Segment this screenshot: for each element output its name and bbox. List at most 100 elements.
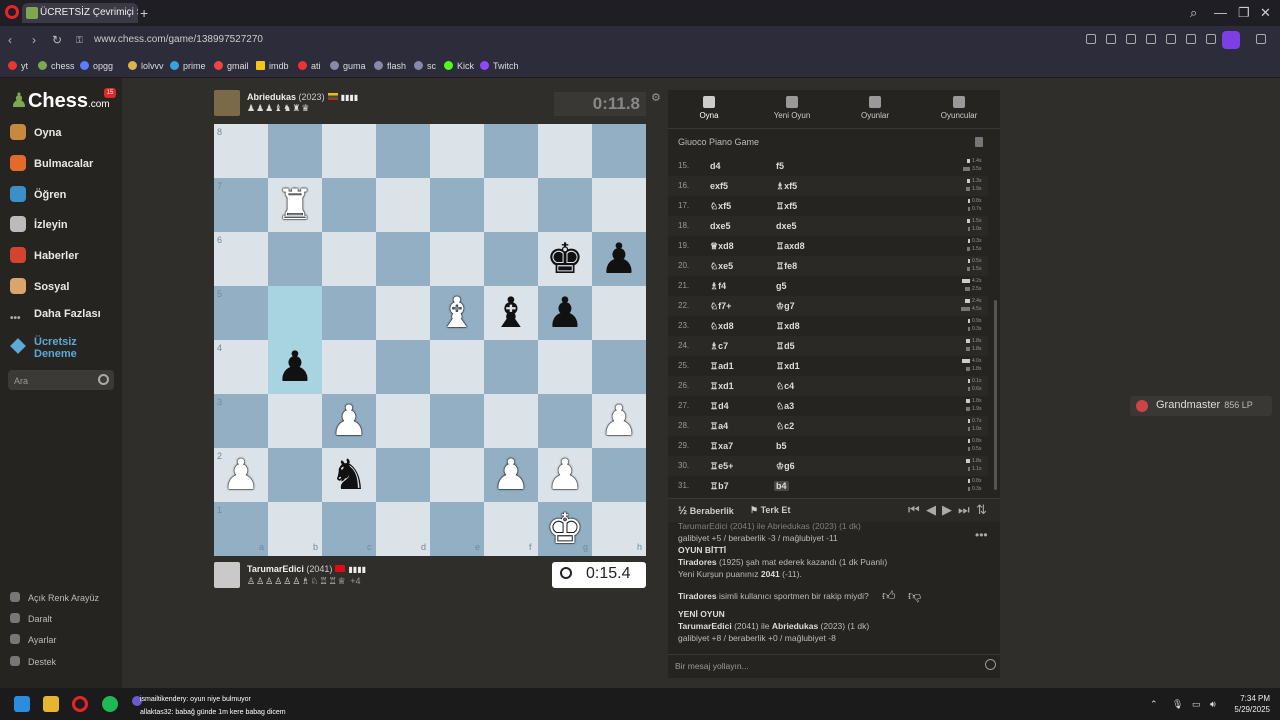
white-move[interactable]: ♖e5+ [710, 461, 733, 472]
square-b8[interactable] [268, 124, 322, 178]
menu-icon[interactable] [1206, 34, 1216, 44]
windows-start-icon[interactable] [14, 696, 30, 712]
square-f4[interactable] [484, 340, 538, 394]
top-player-info[interactable]: Abriedukas (2023) ▮▮▮▮ [247, 92, 358, 102]
black-move[interactable]: dxe5 [776, 221, 797, 231]
opera-logo-icon[interactable] [5, 5, 19, 19]
camera-icon[interactable] [1106, 34, 1116, 44]
square-f7[interactable] [484, 178, 538, 232]
white-move[interactable]: ♘xf5 [710, 201, 731, 212]
piece-f5[interactable]: ♝ [484, 286, 538, 340]
light-theme-toggle[interactable]: Açık Renk Arayüz [10, 592, 99, 603]
thumbs-up-icon[interactable]: 👍︎ [882, 588, 896, 604]
bookmark-chess[interactable]: chess [38, 61, 75, 71]
support-link[interactable]: Destek [10, 656, 56, 667]
black-move[interactable]: b5 [776, 441, 787, 451]
white-move[interactable]: ♕xd8 [710, 241, 734, 252]
maximize-icon[interactable]: ❐ [1238, 5, 1250, 21]
piece-f2[interactable]: ♟ [484, 448, 538, 502]
board-settings-icon[interactable]: ⚙ [651, 91, 661, 104]
black-move[interactable]: ♖axd8 [776, 241, 805, 252]
black-move[interactable]: ♔g7 [776, 301, 795, 312]
close-icon[interactable]: ✕ [1260, 5, 1271, 21]
piece-e5[interactable]: ♝ [430, 286, 484, 340]
piece-g5[interactable]: ♟ [538, 286, 592, 340]
square-c4[interactable] [322, 340, 376, 394]
piece-g6[interactable]: ♚ [538, 232, 592, 286]
square-c6[interactable] [322, 232, 376, 286]
last-move-icon[interactable]: ⏭ [958, 502, 970, 518]
chat-options-icon[interactable]: ••• [975, 528, 988, 542]
thumbs-down-icon[interactable]: 👎︎ [908, 588, 921, 604]
book-icon[interactable] [975, 137, 983, 147]
black-move[interactable]: ♖d5 [776, 341, 795, 352]
square-e6[interactable] [430, 232, 484, 286]
prev-move-icon[interactable]: ◀ [926, 502, 936, 518]
sidebar-item-bulmacalar[interactable]: Bulmacalar [10, 155, 93, 171]
square-f6[interactable] [484, 232, 538, 286]
bookmark-guma[interactable]: guma [330, 61, 366, 71]
emoji-icon[interactable] [985, 659, 996, 670]
black-move[interactable]: ♖xd1 [776, 361, 800, 372]
sidebar-item-oyna[interactable]: Oyna [10, 124, 62, 140]
bookmark-imdb[interactable]: imdb [256, 61, 289, 71]
back-icon[interactable]: ‹ [8, 33, 12, 47]
black-move[interactable]: ♘a3 [776, 401, 794, 412]
white-move[interactable]: ♗f4 [710, 281, 726, 292]
system-clock[interactable]: 7:34 PM 5/29/2025 [1226, 693, 1270, 715]
square-d7[interactable] [376, 178, 430, 232]
bookmark-prime[interactable]: prime [170, 61, 206, 71]
square-h4[interactable] [592, 340, 646, 394]
site-info-icon[interactable]: ⚿ [76, 35, 83, 46]
download-icon[interactable] [1186, 34, 1196, 44]
piece-g1[interactable]: ♚ [538, 502, 592, 556]
opera-taskbar-icon[interactable] [72, 696, 88, 712]
piece-a2[interactable]: ♟ [214, 448, 268, 502]
white-move[interactable]: ♖b7 [710, 481, 729, 492]
piece-b7[interactable]: ♜ [268, 178, 322, 232]
black-move[interactable]: ♖xd8 [776, 321, 800, 332]
mic-icon[interactable]: 🎙︎ [1172, 699, 1183, 710]
square-e2[interactable] [430, 448, 484, 502]
spotify-icon[interactable] [102, 696, 118, 712]
square-d4[interactable] [376, 340, 430, 394]
next-move-icon[interactable]: ▶ [942, 502, 952, 518]
chess-logo[interactable]: ♟Chess.com [10, 88, 110, 113]
square-a5[interactable] [214, 286, 268, 340]
square-d3[interactable] [376, 394, 430, 448]
new-tab-plus-icon[interactable]: + [140, 5, 148, 21]
browser-tab[interactable]: ÜCRETSİZ Çevrimiçi S... [22, 3, 138, 23]
black-move[interactable]: b4 [774, 481, 789, 491]
resign-button[interactable]: ⚑ Terk Et [750, 505, 790, 516]
white-move[interactable]: d4 [710, 161, 721, 171]
white-move[interactable]: ♘xe5 [710, 261, 733, 272]
bookmark-lolvvv[interactable]: lolvvv [128, 61, 164, 71]
black-move[interactable]: ♔g6 [776, 461, 795, 472]
minimize-icon[interactable]: — [1214, 5, 1227, 20]
white-move[interactable]: ♗c7 [710, 341, 728, 352]
piece-h3[interactable]: ♟ [592, 394, 646, 448]
collapse-button[interactable]: Daralt [10, 613, 52, 624]
bookmark-yt[interactable]: yt [8, 61, 28, 71]
volume-icon[interactable]: 🔊︎ [1210, 699, 1216, 710]
white-move[interactable]: ♖xa7 [710, 441, 733, 452]
white-move[interactable]: ♘f7+ [710, 301, 731, 312]
bookmark-kick[interactable]: Kick [444, 61, 474, 71]
white-move[interactable]: ♖a4 [710, 421, 728, 432]
profile-icon[interactable] [1222, 31, 1240, 49]
bookmark-opgg[interactable]: opgg [80, 61, 113, 71]
square-a7[interactable] [214, 178, 268, 232]
white-move[interactable]: ♖xd1 [710, 381, 734, 392]
square-e3[interactable] [430, 394, 484, 448]
top-player-avatar[interactable] [214, 90, 240, 116]
sidebar-item-ogren[interactable]: Öğren [10, 186, 66, 202]
square-g4[interactable] [538, 340, 592, 394]
move-list-scrollbar[interactable] [994, 300, 997, 490]
white-move[interactable]: ♖ad1 [710, 361, 734, 372]
bookmark-twitch[interactable]: Twitch [480, 61, 519, 71]
black-move[interactable]: ♘c4 [776, 381, 794, 392]
bookmark-flash[interactable]: flash [374, 61, 406, 71]
black-move[interactable]: f5 [776, 161, 784, 171]
square-h8[interactable] [592, 124, 646, 178]
square-h5[interactable] [592, 286, 646, 340]
